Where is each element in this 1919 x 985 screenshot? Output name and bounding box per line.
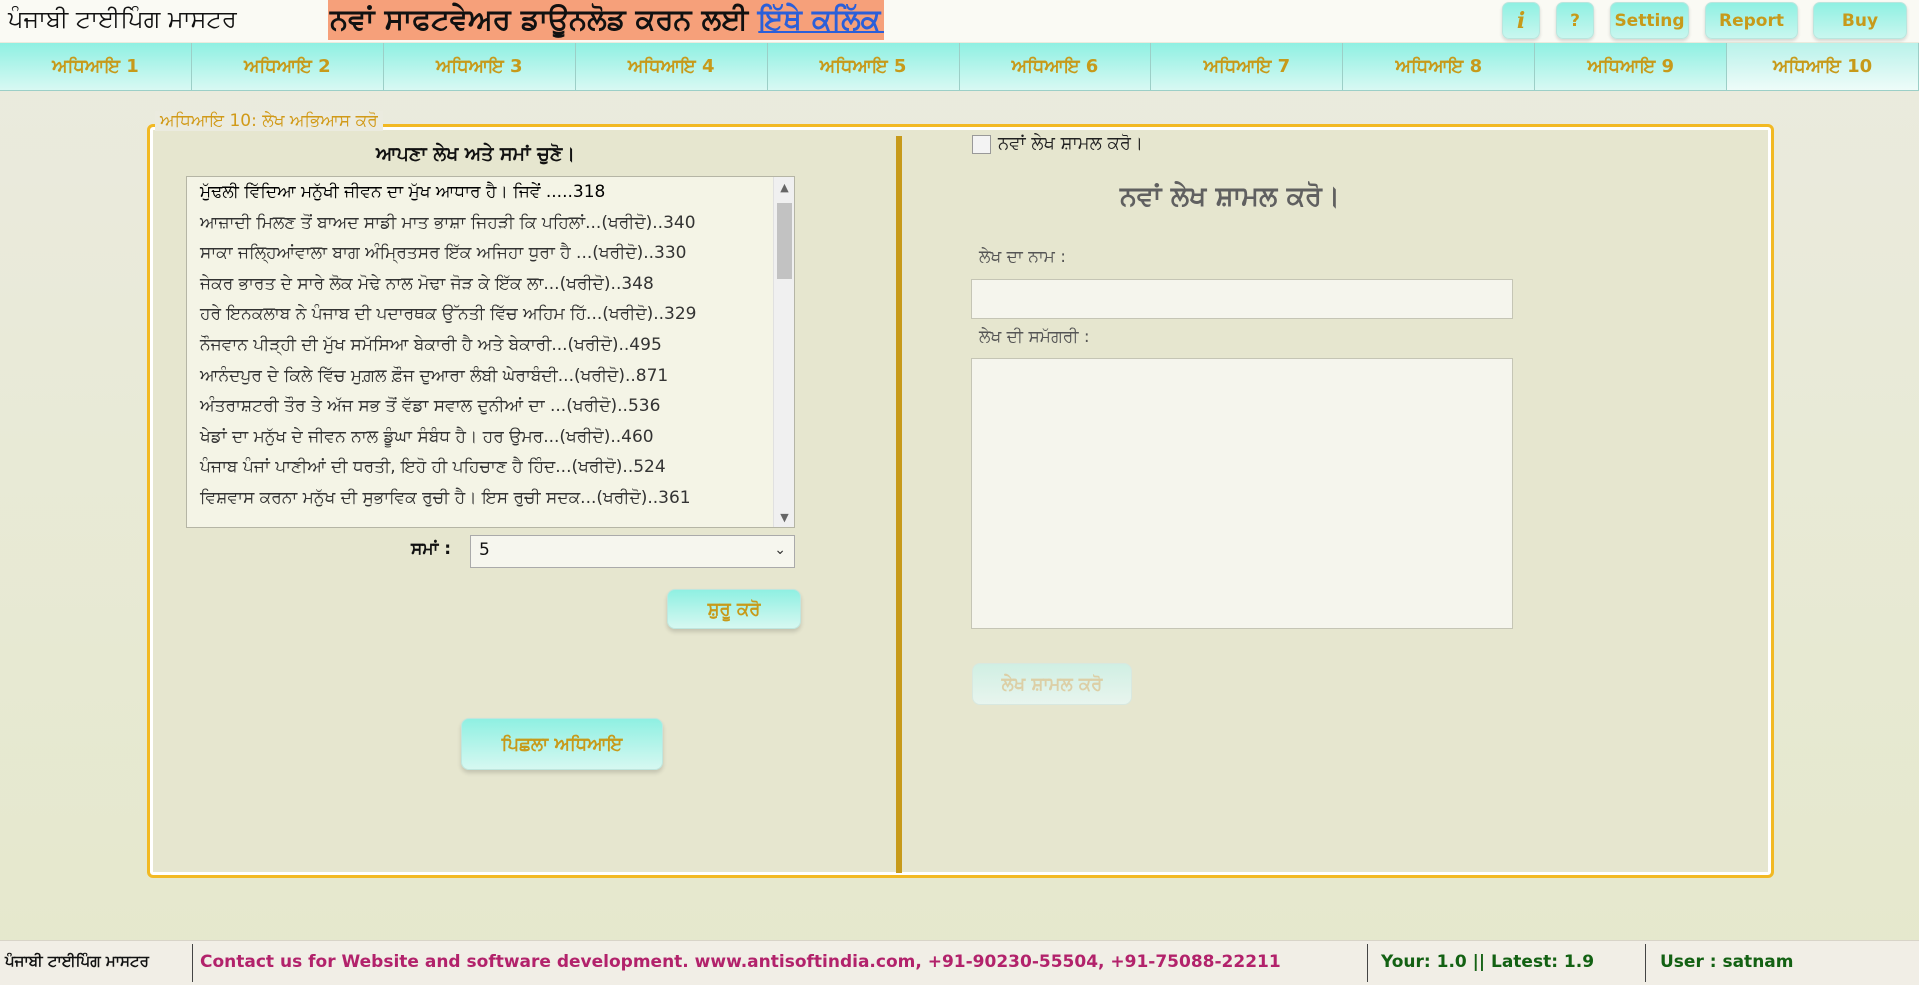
list-item[interactable]: ਪੰਜਾਬ ਪੰਜਾਂ ਪਾਣੀਆਂ ਦੀ ਧਰਤੀ, ਇਹੋ ਹੀ ਪਹਿਚਾ… xyxy=(187,452,773,483)
tab-chapter-1[interactable]: ਅਧਿਆਇ 1 xyxy=(0,43,192,91)
tab-chapter-2[interactable]: ਅਧਿਆਇ 2 xyxy=(191,43,384,91)
time-select-value: 5 xyxy=(479,540,490,560)
promo-banner: ਨਵਾਂ ਸਾਫਟਵੇਅਰ ਡਾਊਨਲੋਡ ਕਰਨ ਲਈ ਇੱਥੇ ਕਲਿੱਕ … xyxy=(328,0,884,40)
list-item[interactable]: ਖੇਡਾਂ ਦਾ ਮਨੁੱਖ ਦੇ ਜੀਵਨ ਨਾਲ ਡੂੰਘਾ ਸੰਬੰਧ ਹ… xyxy=(187,422,773,453)
promo-text: ਨਵਾਂ ਸਾਫਟਵੇਅਰ ਡਾਊਨਲੋਡ ਕਰਨ ਲਈ xyxy=(330,2,749,36)
start-button[interactable]: ਸ਼ੁਰੂ ਕਰੋ xyxy=(667,589,801,629)
list-item[interactable]: ਅੰਤਰਾਸ਼ਟਰੀ ਤੌਰ ਤੇ ਅੱਜ ਸਭ ਤੋਂ ਵੱਡਾ ਸਵਾਲ ਦ… xyxy=(187,391,773,422)
promo-download-link[interactable]: ਇੱਥੇ ਕਲਿੱਕ ਕਰੋ xyxy=(758,2,884,36)
tab-chapter-4[interactable]: ਅਧਿਆਇ 4 xyxy=(575,43,768,91)
choose-essay-title: ਆਪਣਾ ਲੇਖ ਅਤੇ ਸਮਾਂ ਚੁਣੋ। xyxy=(376,143,576,165)
list-item[interactable]: ਆਨੰਦਪੁਰ ਦੇ ਕਿਲੇ ਵਿੱਚ ਮੁਗ਼ਲ ਫ਼ੌਜ ਦੁਆਰਾ ਲੰ… xyxy=(187,361,773,392)
help-button[interactable]: ? xyxy=(1556,2,1594,39)
setting-button[interactable]: Setting xyxy=(1610,2,1689,39)
chapter-tabs: ਅਧਿਆਇ 1 ਅਧਿਆਇ 2 ਅਧਿਆਇ 3 ਅਧਿਆਇ 4 ਅਧਿਆਇ 5 … xyxy=(0,43,1919,91)
list-item[interactable]: ਹਰੇ ਇਨਕਲਾਬ ਨੇ ਪੰਜਾਬ ਦੀ ਪਦਾਰਥਕ ਉੱਨਤੀ ਵਿੱਚ… xyxy=(187,299,773,330)
scroll-up-icon[interactable]: ▲ xyxy=(774,177,794,197)
footer-separator xyxy=(1367,944,1368,982)
tab-chapter-3[interactable]: ਅਧਿਆਇ 3 xyxy=(383,43,576,91)
previous-chapter-button[interactable]: ਪਿਛਲਾ ਅਧਿਆਇ xyxy=(461,718,663,770)
list-item[interactable]: ਨੌਜਵਾਨ ਪੀੜ੍ਹੀ ਦੀ ਮੁੱਖ ਸਮੱਸਿਆ ਬੇਕਾਰੀ ਹੈ ਅ… xyxy=(187,330,773,361)
footer-separator xyxy=(192,944,193,982)
essay-name-label: ਲੇਖ ਦਾ ਨਾਮ : xyxy=(979,247,1066,267)
tab-chapter-8[interactable]: ਅਧਿਆਇ 8 xyxy=(1343,43,1536,91)
app-header: ਪੰਜਾਬੀ ਟਾਈਪਿੰਗ ਮਾਸਟਰ ਨਵਾਂ ਸਾਫਟਵੇਅਰ ਡਾਊਨਲ… xyxy=(0,0,1919,42)
footer-app-name: ਪੰਜਾਬੀ ਟਾਈਪਿੰਗ ਮਾਸਟਰ xyxy=(5,952,149,970)
essay-list[interactable]: ਮੁੱਢਲੀ ਵਿੱਦਿਆ ਮਨੁੱਖੀ ਜੀਵਨ ਦਾ ਮੁੱਖ ਆਧਾਰ ਹ… xyxy=(186,176,795,528)
report-button[interactable]: Report xyxy=(1705,2,1798,39)
info-button[interactable]: i xyxy=(1502,2,1540,39)
add-essay-button[interactable]: ਲੇਖ ਸ਼ਾਮਲ ਕਰੋ xyxy=(972,663,1132,705)
scroll-down-icon[interactable]: ▼ xyxy=(774,507,794,527)
essay-name-input[interactable] xyxy=(971,279,1513,319)
list-item[interactable]: ਮੁੱਢਲੀ ਵਿੱਦਿਆ ਮਨੁੱਖੀ ਜੀਵਨ ਦਾ ਮੁੱਖ ਆਧਾਰ ਹ… xyxy=(187,177,773,208)
panel-legend: ਅਧਿਆਇ 10: ਲੇਖ ਅਭਿਆਸ ਕਰੋ xyxy=(155,111,383,131)
tab-chapter-10[interactable]: ਅਧਿਆਇ 10 xyxy=(1727,43,1919,91)
list-item[interactable]: ਵਿਸ਼ਵਾਸ ਕਰਨਾ ਮਨੁੱਖ ਦੀ ਸੁਭਾਵਿਕ ਰੁਚੀ ਹੈ। ਇ… xyxy=(187,483,773,514)
essay-content-textarea[interactable] xyxy=(971,358,1513,629)
app-title: ਪੰਜਾਬੀ ਟਾਈਪਿੰਗ ਮਾਸਟਰ xyxy=(8,5,237,33)
time-label: ਸਮਾਂ : xyxy=(411,539,452,559)
footer-contact: Contact us for Website and software deve… xyxy=(200,952,1281,972)
add-new-essay-checkbox[interactable] xyxy=(972,135,991,154)
footer-separator xyxy=(1645,944,1646,982)
footer-version: Your: 1.0 || Latest: 1.9 xyxy=(1381,952,1595,972)
tab-chapter-6[interactable]: ਅਧਿਆਇ 6 xyxy=(959,43,1152,91)
chevron-down-icon: ⌄ xyxy=(774,542,786,558)
list-item[interactable]: ਸਾਕਾ ਜਲ੍ਹਿਆਂਵਾਲਾ ਬਾਗ ਅੰਮ੍ਰਿਤਸਰ ਇੱਕ ਅਜਿਹਾ… xyxy=(187,238,773,269)
add-essay-heading: ਨਵਾਂ ਲੇਖ ਸ਼ਾਮਲ ਕਰੋ। xyxy=(1120,181,1341,212)
essay-content-label: ਲੇਖ ਦੀ ਸਮੱਗਰੀ : xyxy=(979,327,1090,347)
essay-list-scrollbar[interactable]: ▲ ▼ xyxy=(773,177,794,527)
tab-chapter-9[interactable]: ਅਧਿਆਇ 9 xyxy=(1535,43,1728,91)
time-select[interactable]: 5 ⌄ xyxy=(470,535,795,568)
footer-user: User : satnam xyxy=(1660,952,1794,972)
tab-chapter-7[interactable]: ਅਧਿਆਇ 7 xyxy=(1151,43,1344,91)
status-bar: ਪੰਜਾਬੀ ਟਾਈਪਿੰਗ ਮਾਸਟਰ Contact us for Webs… xyxy=(0,940,1919,985)
add-new-essay-checkbox-label: ਨਵਾਂ ਲੇਖ ਸ਼ਾਮਲ ਕਰੋ। xyxy=(998,133,1144,154)
panel-divider xyxy=(896,136,902,873)
list-item[interactable]: ਜੇਕਰ ਭਾਰਤ ਦੇ ਸਾਰੇ ਲੋਕ ਮੋਢੇ ਨਾਲ ਮੋਢਾ ਜੋੜ … xyxy=(187,269,773,300)
buy-button[interactable]: Buy xyxy=(1813,2,1907,39)
list-item[interactable]: ਆਜ਼ਾਦੀ ਮਿਲਣ ਤੋਂ ਬਾਅਦ ਸਾਡੀ ਮਾਤ ਭਾਸ਼ਾ ਜਿਹੜ… xyxy=(187,208,773,239)
tab-chapter-5[interactable]: ਅਧਿਆਇ 5 xyxy=(767,43,960,91)
scroll-thumb[interactable] xyxy=(777,203,792,279)
